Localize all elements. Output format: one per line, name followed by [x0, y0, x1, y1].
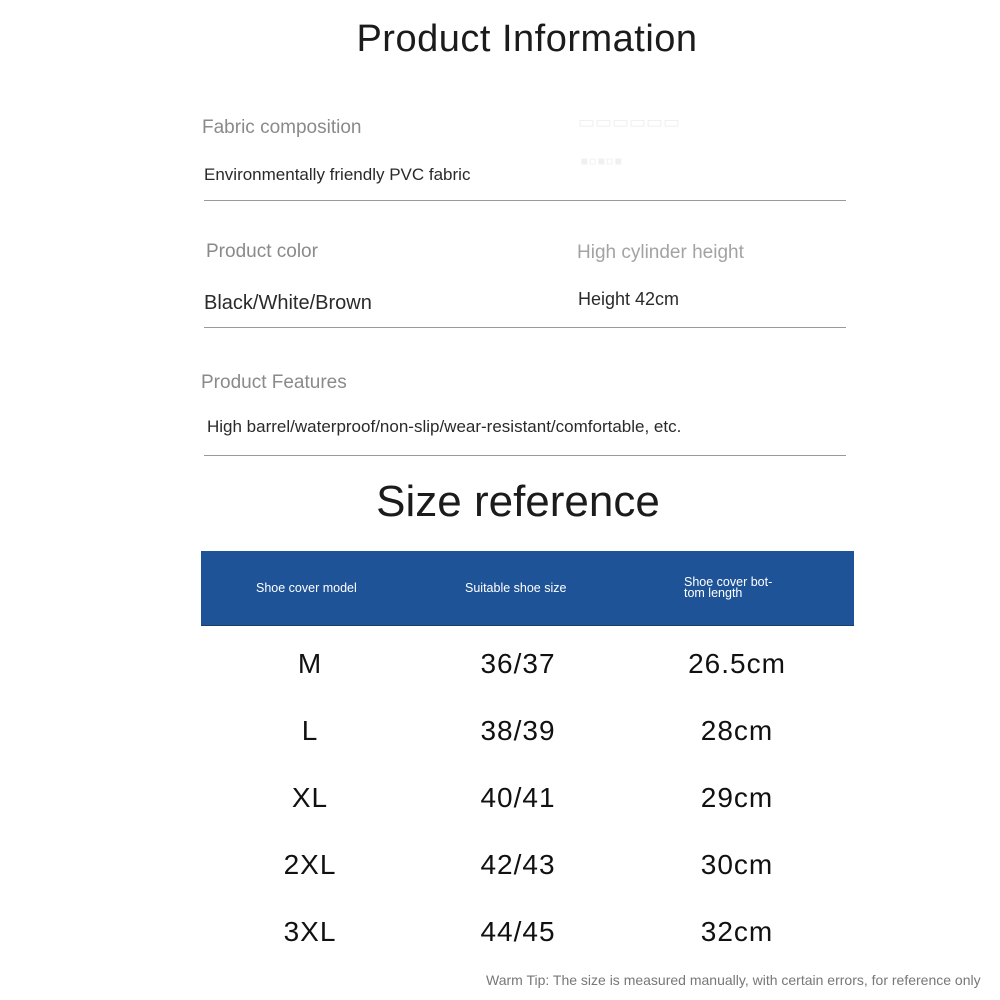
- table-cell: 3XL: [283, 916, 337, 947]
- color-label: Product color: [206, 241, 318, 262]
- table-cell: 29cm: [700, 782, 774, 813]
- table-cell: 28cm: [700, 715, 774, 746]
- table-cell: 26.5cm: [688, 648, 786, 679]
- column-header-bottom-length: Shoe cover bot- tom length: [684, 551, 794, 625]
- watermark-mark-1: ▭▭▭▭▭▭: [578, 112, 681, 132]
- table-cell: 36/37: [480, 648, 556, 679]
- column-header-line: tom length: [684, 586, 743, 600]
- fabric-label: Fabric composition: [202, 117, 362, 138]
- table-cell: XL: [291, 782, 329, 813]
- column-header-model: Shoe cover model: [256, 581, 357, 595]
- size-reference-title: Size reference: [376, 477, 660, 526]
- height-value: Height 42cm: [578, 289, 680, 309]
- table-cell: 32cm: [700, 916, 774, 947]
- product-info-title: Product Information: [356, 18, 698, 60]
- table-cell: 30cm: [700, 849, 774, 880]
- height-label: High cylinder height: [577, 242, 744, 263]
- warm-tip-note: Warm Tip: The size is measured manually,…: [486, 972, 981, 988]
- divider: [204, 200, 846, 201]
- size-table-header: Shoe cover model Suitable shoe size Shoe…: [201, 551, 854, 626]
- table-cell: 44/45: [480, 916, 556, 947]
- features-label: Product Features: [201, 372, 347, 393]
- color-value: Black/White/Brown: [204, 292, 372, 314]
- table-cell: 38/39: [480, 715, 556, 746]
- table-cell: 40/41: [480, 782, 556, 813]
- divider: [204, 327, 846, 328]
- column-header-shoe-size: Suitable shoe size: [465, 581, 567, 595]
- fabric-value: Environmentally friendly PVC fabric: [204, 165, 471, 184]
- table-cell: 42/43: [480, 849, 556, 880]
- divider: [204, 455, 846, 456]
- table-cell: L: [301, 715, 319, 746]
- table-cell: 2XL: [283, 849, 337, 880]
- features-value: High barrel/waterproof/non-slip/wear-res…: [207, 417, 682, 436]
- watermark-mark-2: ▪▫▪▫▪: [580, 148, 623, 175]
- table-cell: M: [297, 648, 323, 679]
